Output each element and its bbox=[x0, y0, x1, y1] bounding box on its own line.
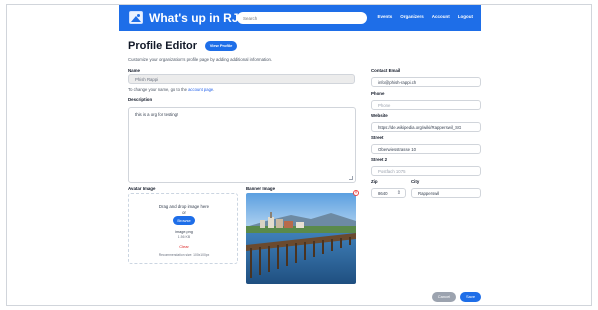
contact-email-value: info@phish-rappi.ch bbox=[378, 79, 417, 85]
banner-photo bbox=[246, 193, 356, 284]
logo-icon[interactable] bbox=[129, 11, 143, 24]
nav-links: Events Organizers Account Logout bbox=[377, 14, 473, 19]
description-textarea[interactable]: this is a org for testing! bbox=[128, 107, 356, 183]
contact-email-label: Contact Email bbox=[371, 68, 401, 73]
website-value: https://de.wikipedia.org/wiki/Rapperswil… bbox=[378, 124, 462, 130]
nav-logout[interactable]: Logout bbox=[458, 14, 473, 19]
zip-value: 8640 bbox=[378, 190, 388, 196]
drop-text: Drag and drop image here bbox=[158, 204, 210, 209]
name-hint: To change your name, go to the account p… bbox=[128, 87, 214, 92]
street2-field[interactable]: Postfach 1075 bbox=[371, 166, 481, 176]
search-input[interactable] bbox=[237, 12, 367, 24]
nav-account[interactable]: Account bbox=[432, 14, 450, 19]
zip-field[interactable]: 8640 ⇕ bbox=[371, 188, 406, 198]
avatar-label: Avatar Image bbox=[128, 186, 156, 191]
navbar: What's up in RJ Events Organizers Accoun… bbox=[119, 5, 481, 31]
website-field[interactable]: https://de.wikipedia.org/wiki/Rapperswil… bbox=[371, 122, 481, 132]
zip-label: Zip bbox=[371, 179, 378, 184]
phone-placeholder: Phone bbox=[378, 102, 391, 108]
description-label: Description bbox=[128, 97, 153, 102]
clear-button[interactable]: Clear bbox=[129, 244, 239, 249]
stepper-icon[interactable]: ⇕ bbox=[397, 190, 401, 196]
city-value: Rapperswil bbox=[418, 190, 440, 196]
name-hint-prefix: To change your name, go to the bbox=[128, 87, 187, 92]
street2-label: Street 2 bbox=[371, 157, 388, 162]
account-page-link[interactable]: account page bbox=[188, 87, 213, 92]
remove-banner-icon[interactable]: × bbox=[353, 190, 359, 196]
city-label: City bbox=[411, 179, 420, 184]
website-label: Website bbox=[371, 113, 388, 118]
page-title: Profile Editor bbox=[128, 40, 198, 52]
save-button[interactable]: Save bbox=[460, 292, 481, 302]
browser-viewport: What's up in RJ Events Organizers Accoun… bbox=[6, 4, 592, 306]
site-title[interactable]: What's up in RJ bbox=[149, 11, 239, 25]
name-label: Name bbox=[128, 68, 140, 73]
street-field[interactable]: Oberwiesstrasse 10 bbox=[371, 144, 481, 154]
name-hint-suffix: . bbox=[213, 87, 215, 92]
name-field: Phish Rappi bbox=[128, 74, 355, 84]
banner-label: Banner Image bbox=[246, 186, 276, 191]
banner-image bbox=[246, 193, 356, 284]
nav-events[interactable]: Events bbox=[377, 14, 392, 19]
nav-organizers[interactable]: Organizers bbox=[400, 14, 424, 19]
street2-placeholder: Postfach 1075 bbox=[378, 168, 406, 174]
browse-button[interactable]: Browse bbox=[173, 216, 195, 225]
street-label: Street bbox=[371, 135, 384, 140]
contact-email-field[interactable]: info@phish-rappi.ch bbox=[371, 77, 481, 87]
phone-label: Phone bbox=[371, 91, 385, 96]
phone-field[interactable]: Phone bbox=[371, 100, 481, 110]
cancel-button[interactable]: Cancel bbox=[432, 292, 456, 302]
file-name: image.png bbox=[175, 230, 193, 234]
description-value: this is a org for testing! bbox=[135, 112, 179, 117]
recommendation-text: Recommendation size: 100x100px bbox=[158, 253, 210, 257]
city-field[interactable]: Rapperswil bbox=[411, 188, 481, 198]
street-value: Oberwiesstrasse 10 bbox=[378, 146, 416, 152]
view-profile-button[interactable]: View Profile bbox=[205, 41, 237, 51]
page-subtitle: Customize your organization's profile pa… bbox=[128, 57, 273, 62]
or-text: or bbox=[182, 210, 186, 215]
top-bar: What's up in RJ Events Organizers Accoun… bbox=[7, 5, 591, 32]
avatar-dropzone[interactable]: Drag and drop image here or Browse image… bbox=[128, 193, 238, 264]
resize-handle-icon[interactable] bbox=[349, 176, 353, 180]
name-value: Phish Rappi bbox=[135, 76, 159, 82]
file-size: 1.56 KB bbox=[177, 235, 191, 239]
